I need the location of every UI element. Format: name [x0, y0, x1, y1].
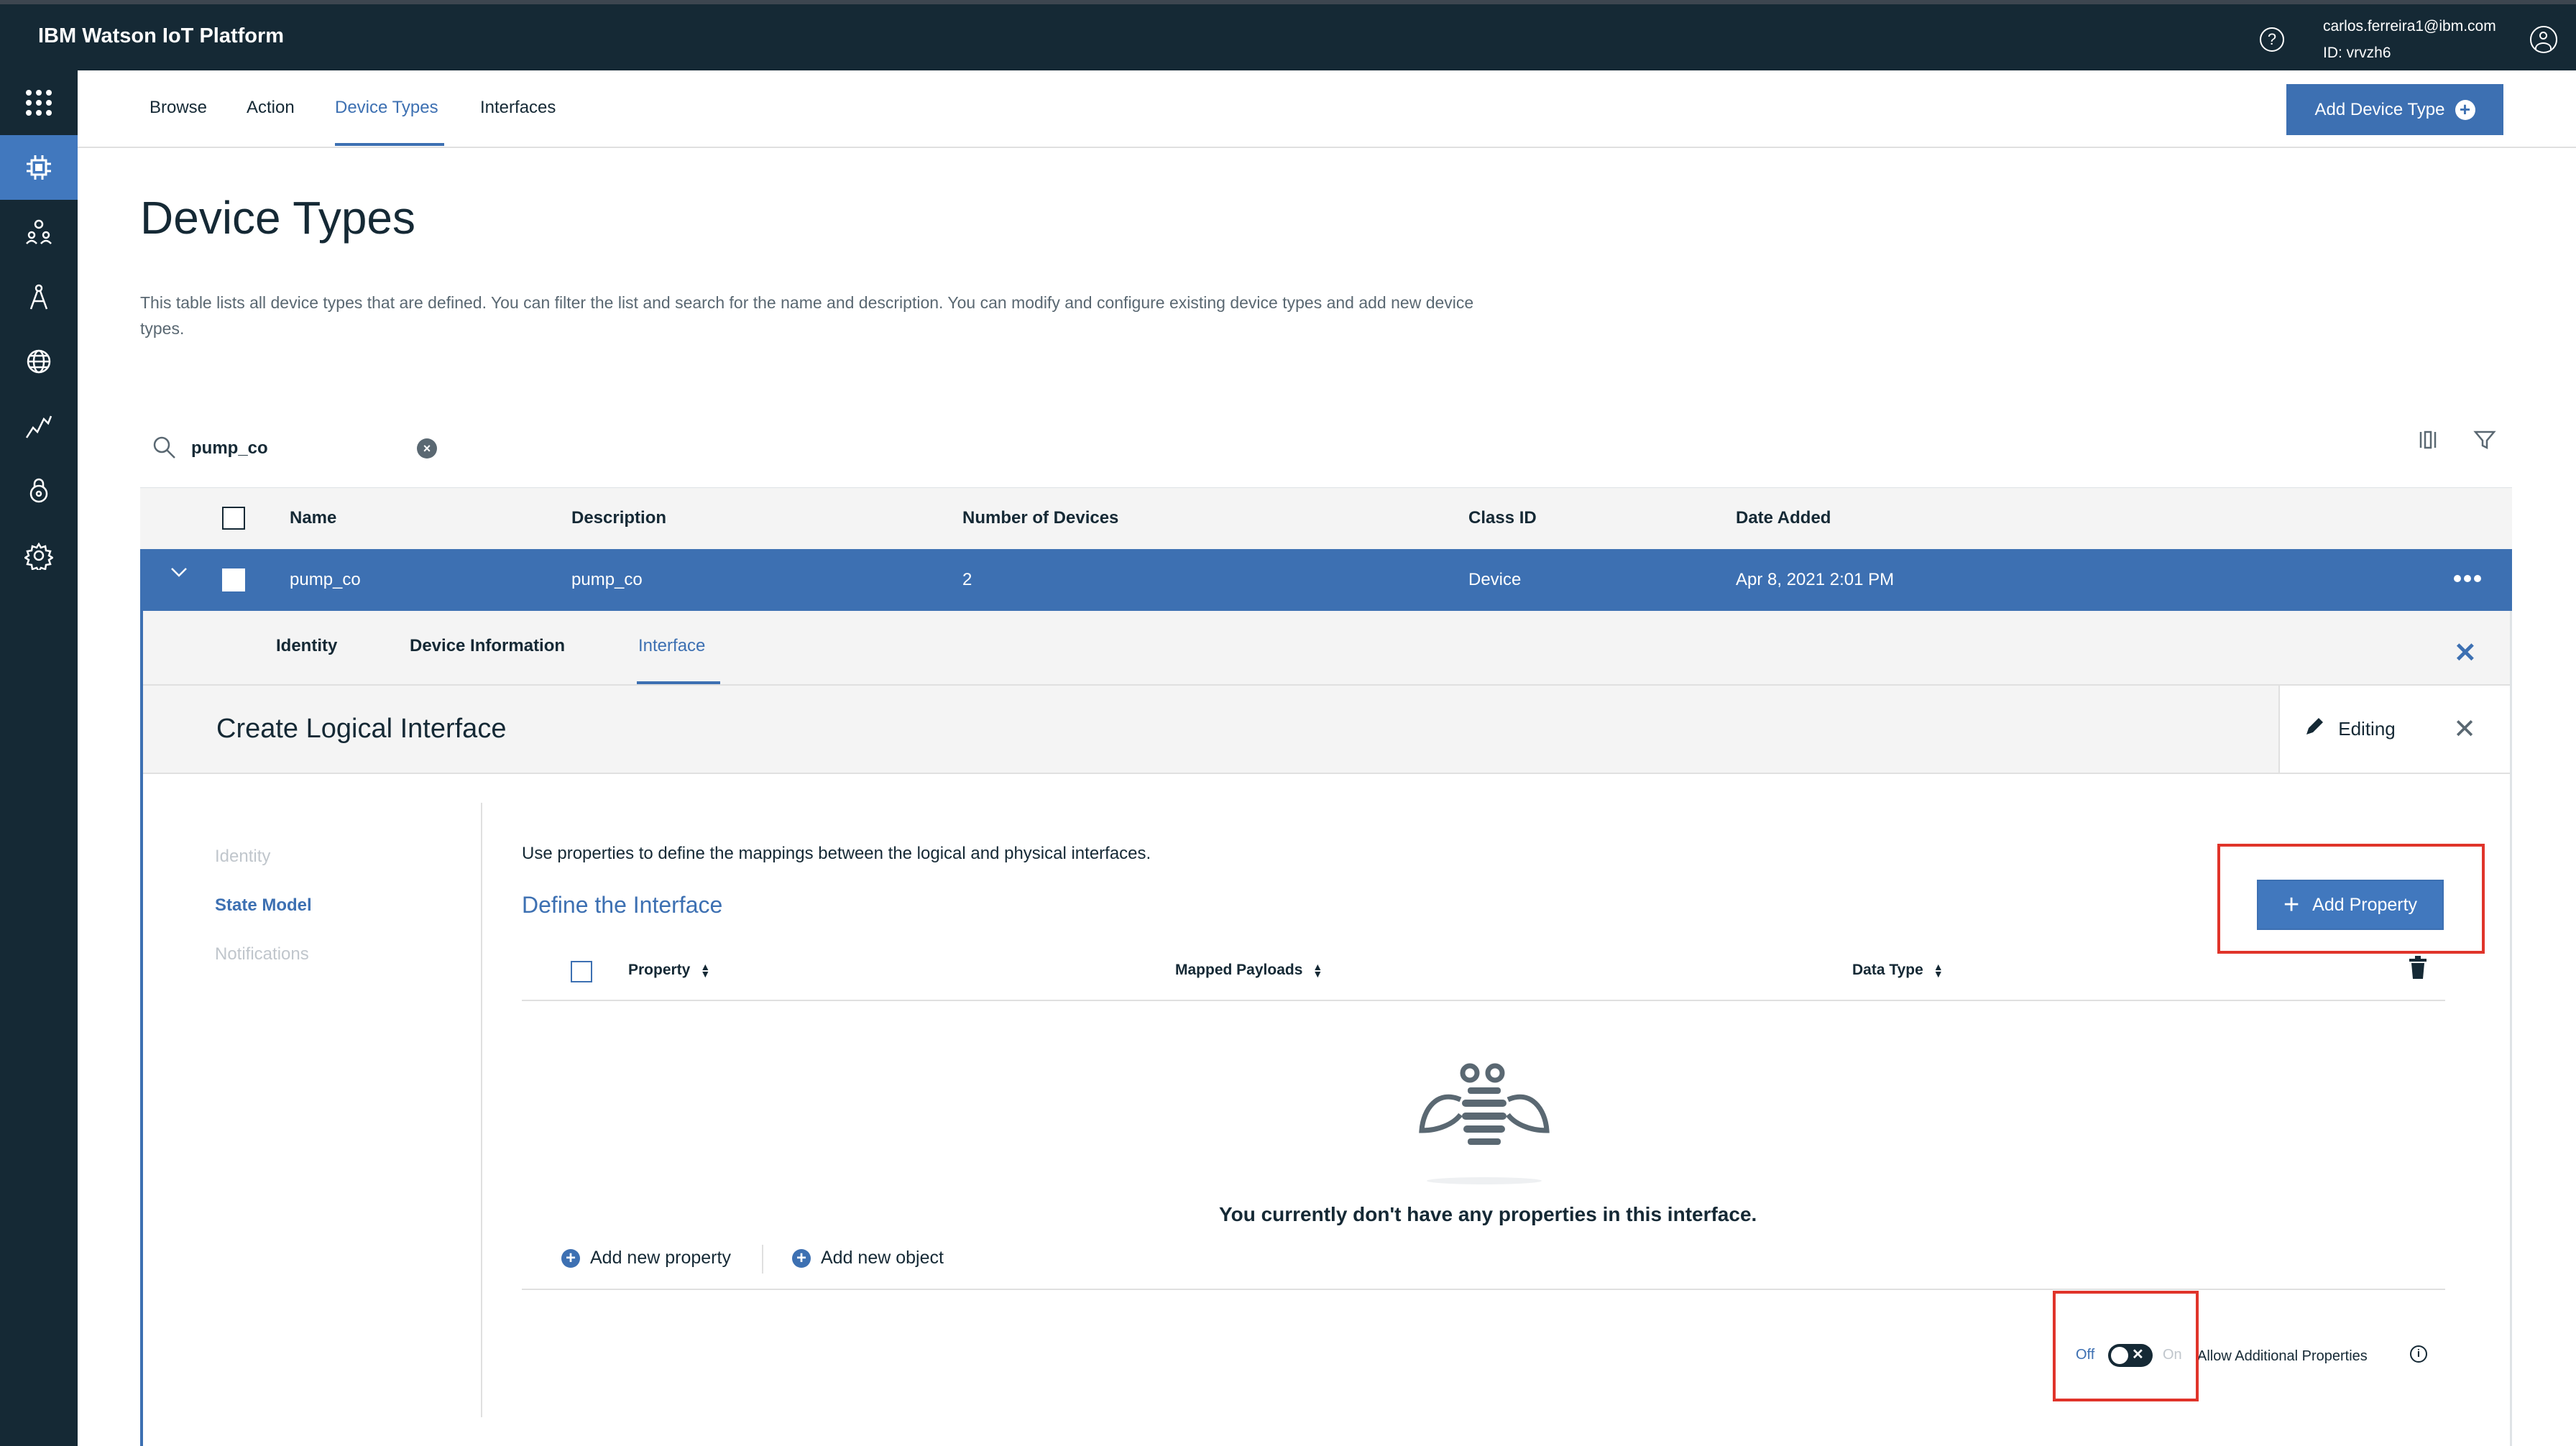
user-id: ID: vrvzh6 — [2323, 45, 2391, 61]
info-icon[interactable]: i — [2410, 1345, 2427, 1363]
add-new-property-link[interactable]: + Add new property — [561, 1248, 731, 1268]
sort-icon: ▲ ▼ — [1933, 961, 1944, 980]
row-date-added: Apr 8, 2021 2:01 PM — [1736, 570, 1895, 589]
overflow-menu-icon[interactable] — [2453, 574, 2482, 587]
property-header-label: Property — [628, 962, 691, 978]
row-name: pump_co — [290, 570, 361, 589]
column-header-class-id[interactable]: Class ID — [1468, 508, 1537, 528]
add-device-type-label: Add Device Type — [2314, 99, 2445, 119]
nav-bar — [78, 70, 2576, 148]
members-icon[interactable] — [0, 200, 78, 264]
bee-shadow — [1427, 1177, 1542, 1184]
steps-divider — [481, 803, 482, 1417]
highlight-box — [2217, 844, 2485, 954]
row-description: pump_co — [571, 570, 643, 589]
apps-grid-icon[interactable] — [0, 70, 78, 135]
add-new-object-link[interactable]: + Add new object — [792, 1248, 944, 1268]
active-tab-indicator — [335, 143, 444, 146]
tab-interfaces[interactable]: Interfaces — [480, 98, 556, 118]
step-state-model[interactable]: State Model — [215, 895, 312, 916]
editing-label: Editing — [2338, 718, 2396, 740]
columns-icon[interactable] — [2416, 428, 2441, 456]
pencil-icon — [2304, 716, 2325, 742]
row-devices: 2 — [962, 570, 972, 589]
subtab-identity[interactable]: Identity — [276, 636, 337, 656]
table-row[interactable] — [140, 549, 2512, 611]
select-all-properties-checkbox[interactable] — [571, 961, 592, 982]
compass-icon[interactable] — [0, 264, 78, 329]
tab-device-types[interactable]: Device Types — [335, 98, 438, 118]
empty-state-message: You currently don't have any properties … — [1219, 1203, 1757, 1225]
row-class-id: Device — [1468, 570, 1522, 589]
table-header-divider — [522, 1000, 2445, 1001]
select-all-checkbox[interactable] — [222, 507, 245, 530]
add-device-type-button[interactable]: Add Device Type + — [2286, 84, 2503, 135]
analytics-line-icon[interactable] — [0, 394, 78, 459]
help-icon[interactable]: ? — [2260, 27, 2284, 52]
plus-circle-icon: + — [2455, 99, 2475, 120]
search-icon[interactable] — [152, 436, 177, 464]
editing-button[interactable]: Editing — [2278, 686, 2419, 773]
close-card-icon[interactable]: ✕ — [2419, 686, 2510, 773]
highlight-box — [2053, 1291, 2199, 1401]
step-identity[interactable]: Identity — [215, 847, 270, 867]
column-header-data-type[interactable]: Data Type ▲ ▼ — [1852, 962, 1944, 979]
column-header-property[interactable]: Property ▲ ▼ — [628, 962, 710, 979]
add-new-object-label: Add new object — [821, 1248, 944, 1268]
close-expanded-icon[interactable]: ✕ — [2454, 637, 2477, 669]
allow-additional-properties-label: Allow Additional Properties — [2197, 1348, 2368, 1364]
column-header-description[interactable]: Description — [571, 508, 666, 528]
subtab-interface[interactable]: Interface — [638, 636, 705, 656]
section-title: Define the Interface — [522, 892, 723, 918]
gear-icon[interactable] — [0, 523, 78, 588]
page-title: Device Types — [140, 192, 415, 244]
bottom-divider — [522, 1289, 2445, 1290]
column-header-devices[interactable]: Number of Devices — [962, 508, 1118, 528]
intro-text: Use properties to define the mappings be… — [522, 844, 1151, 863]
clear-search-icon[interactable]: × — [417, 438, 437, 459]
trash-icon[interactable] — [2409, 956, 2426, 984]
column-header-name[interactable]: Name — [290, 508, 336, 528]
table-header — [140, 487, 2512, 549]
column-header-date-added[interactable]: Date Added — [1736, 508, 1831, 528]
chevron-down-icon[interactable] — [170, 565, 188, 583]
plus-circle-icon: + — [792, 1248, 811, 1268]
filter-icon[interactable] — [2472, 428, 2497, 456]
top-bar — [0, 0, 2576, 70]
add-new-property-label: Add new property — [590, 1248, 731, 1268]
subtab-device-information[interactable]: Device Information — [410, 636, 565, 656]
link-divider — [762, 1245, 763, 1274]
card-title: Create Logical Interface — [216, 714, 507, 744]
search-input[interactable]: pump_co — [191, 438, 268, 459]
brand-title[interactable]: IBM Watson IoT Platform — [38, 24, 284, 48]
security-globe-icon[interactable] — [0, 329, 78, 394]
page-description: This table lists all device types that a… — [140, 293, 1474, 338]
tab-action[interactable]: Action — [247, 98, 295, 118]
tab-browse[interactable]: Browse — [150, 98, 207, 118]
row-checkbox[interactable] — [222, 568, 245, 591]
column-header-mapped-payloads[interactable]: Mapped Payloads ▲ ▼ — [1175, 962, 1322, 979]
lock-icon[interactable] — [0, 459, 78, 523]
plus-circle-icon: + — [561, 1248, 580, 1268]
sidebar — [0, 70, 78, 1446]
user-email: carlos.ferreira1@ibm.com — [2323, 18, 2496, 34]
bee-icon — [1416, 1062, 1552, 1181]
sort-icon: ▲ ▼ — [700, 961, 711, 980]
user-avatar-icon[interactable] — [2530, 26, 2557, 53]
data-type-header-label: Data Type — [1852, 962, 1923, 978]
sort-icon: ▲ ▼ — [1312, 961, 1323, 980]
chip-icon[interactable] — [0, 135, 78, 200]
mapped-payloads-header-label: Mapped Payloads — [1175, 962, 1303, 978]
step-notifications[interactable]: Notifications — [215, 944, 309, 964]
